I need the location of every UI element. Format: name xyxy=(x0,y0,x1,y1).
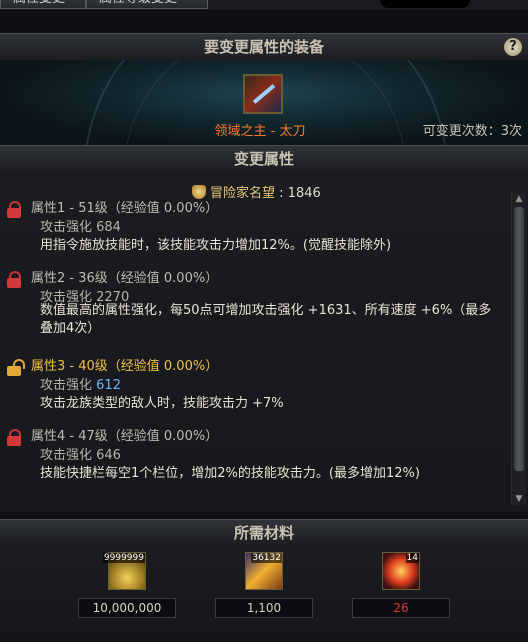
attribute-stat-value: 612 xyxy=(96,378,121,393)
material-quantity: 1,100 xyxy=(215,598,313,618)
material-badge: 14 xyxy=(405,553,419,563)
attribute-title: 属性4 - 47级（经验值 0.00%） xyxy=(31,429,219,444)
material-quantity: 26 xyxy=(352,598,450,618)
weapon-katana-icon[interactable] xyxy=(243,74,283,114)
attr-section-title: 变更属性 xyxy=(233,150,294,168)
attribute-title: 属性2 - 36级（经验值 0.00%） xyxy=(31,271,219,286)
material-quantity: 10,000,000 xyxy=(78,598,176,618)
attribute-desc: 攻击龙族类型的敌人时，技能攻击力 +7% xyxy=(40,396,284,411)
attr-section-header: 变更属性 xyxy=(0,145,528,173)
lock-icon[interactable] xyxy=(7,429,21,446)
equipment-name: 领域之主 - 太刀 xyxy=(214,124,306,139)
attribute-desc: 数值最高的属性强化，每50点可增加攻击强化 +1631、所有速度 +6%（最多叠… xyxy=(40,303,492,336)
gold-coins-icon[interactable]: 9999999 xyxy=(102,552,146,590)
materials-section-header: 所需材料 xyxy=(0,519,528,547)
scroll-up-icon[interactable]: ▲ xyxy=(512,193,526,205)
material-badge: 36132 xyxy=(251,553,282,563)
attribute-stat: 攻击强化 612 xyxy=(40,374,121,393)
fire-orb-icon[interactable]: 14 xyxy=(382,552,420,590)
tab-attribute-change[interactable]: 属性变更 xyxy=(0,0,86,9)
attribute-desc: 技能快捷栏每空1个栏位，增加2%的技能攻击力。(最多增加12%) xyxy=(40,466,420,481)
scroll-thumb[interactable] xyxy=(514,207,524,471)
equipment-panel: 领域之主 - 太刀 可变更次数：3次 xyxy=(0,60,528,145)
fame-label: 冒险家名望 xyxy=(210,186,276,201)
material-badge: 9999999 xyxy=(102,553,145,563)
fame-value: 1846 xyxy=(287,186,321,201)
attribute-stat: 攻击强化 646 xyxy=(40,448,121,463)
attribute-desc: 用指令施放技能时，该技能攻击力增加12%。(觉醒技能除外) xyxy=(40,238,392,253)
unlock-icon[interactable] xyxy=(7,359,25,376)
equip-section-title: 要变更属性的装备 xyxy=(203,38,324,56)
lock-icon[interactable] xyxy=(7,271,21,288)
lock-icon[interactable] xyxy=(7,201,21,218)
equip-section-header: 要变更属性的装备 ? xyxy=(0,33,528,61)
attribute-stat-label: 攻击强化 xyxy=(40,378,93,393)
attribute-scrollbar[interactable]: ▲ ▼ xyxy=(511,193,526,505)
change-count: 可变更次数：3次 xyxy=(422,124,522,139)
attribute-stat: 攻击强化 684 xyxy=(40,220,121,235)
attribute-title: 属性1 - 51级（经验值 0.00%） xyxy=(31,201,219,216)
scroll-down-icon[interactable]: ▼ xyxy=(512,493,526,505)
help-icon[interactable]: ? xyxy=(504,38,522,56)
attribute-title: 属性3 - 40级（经验值 0.00%） xyxy=(31,359,219,374)
tab-bar: 属性变更 属性等级变更 xyxy=(0,0,528,10)
materials-section-title: 所需材料 xyxy=(233,524,294,542)
crystal-icon[interactable]: 36132 xyxy=(245,552,283,590)
tab-attribute-level-change[interactable]: 属性等级变更 xyxy=(86,0,208,9)
top-decoration xyxy=(380,0,470,8)
